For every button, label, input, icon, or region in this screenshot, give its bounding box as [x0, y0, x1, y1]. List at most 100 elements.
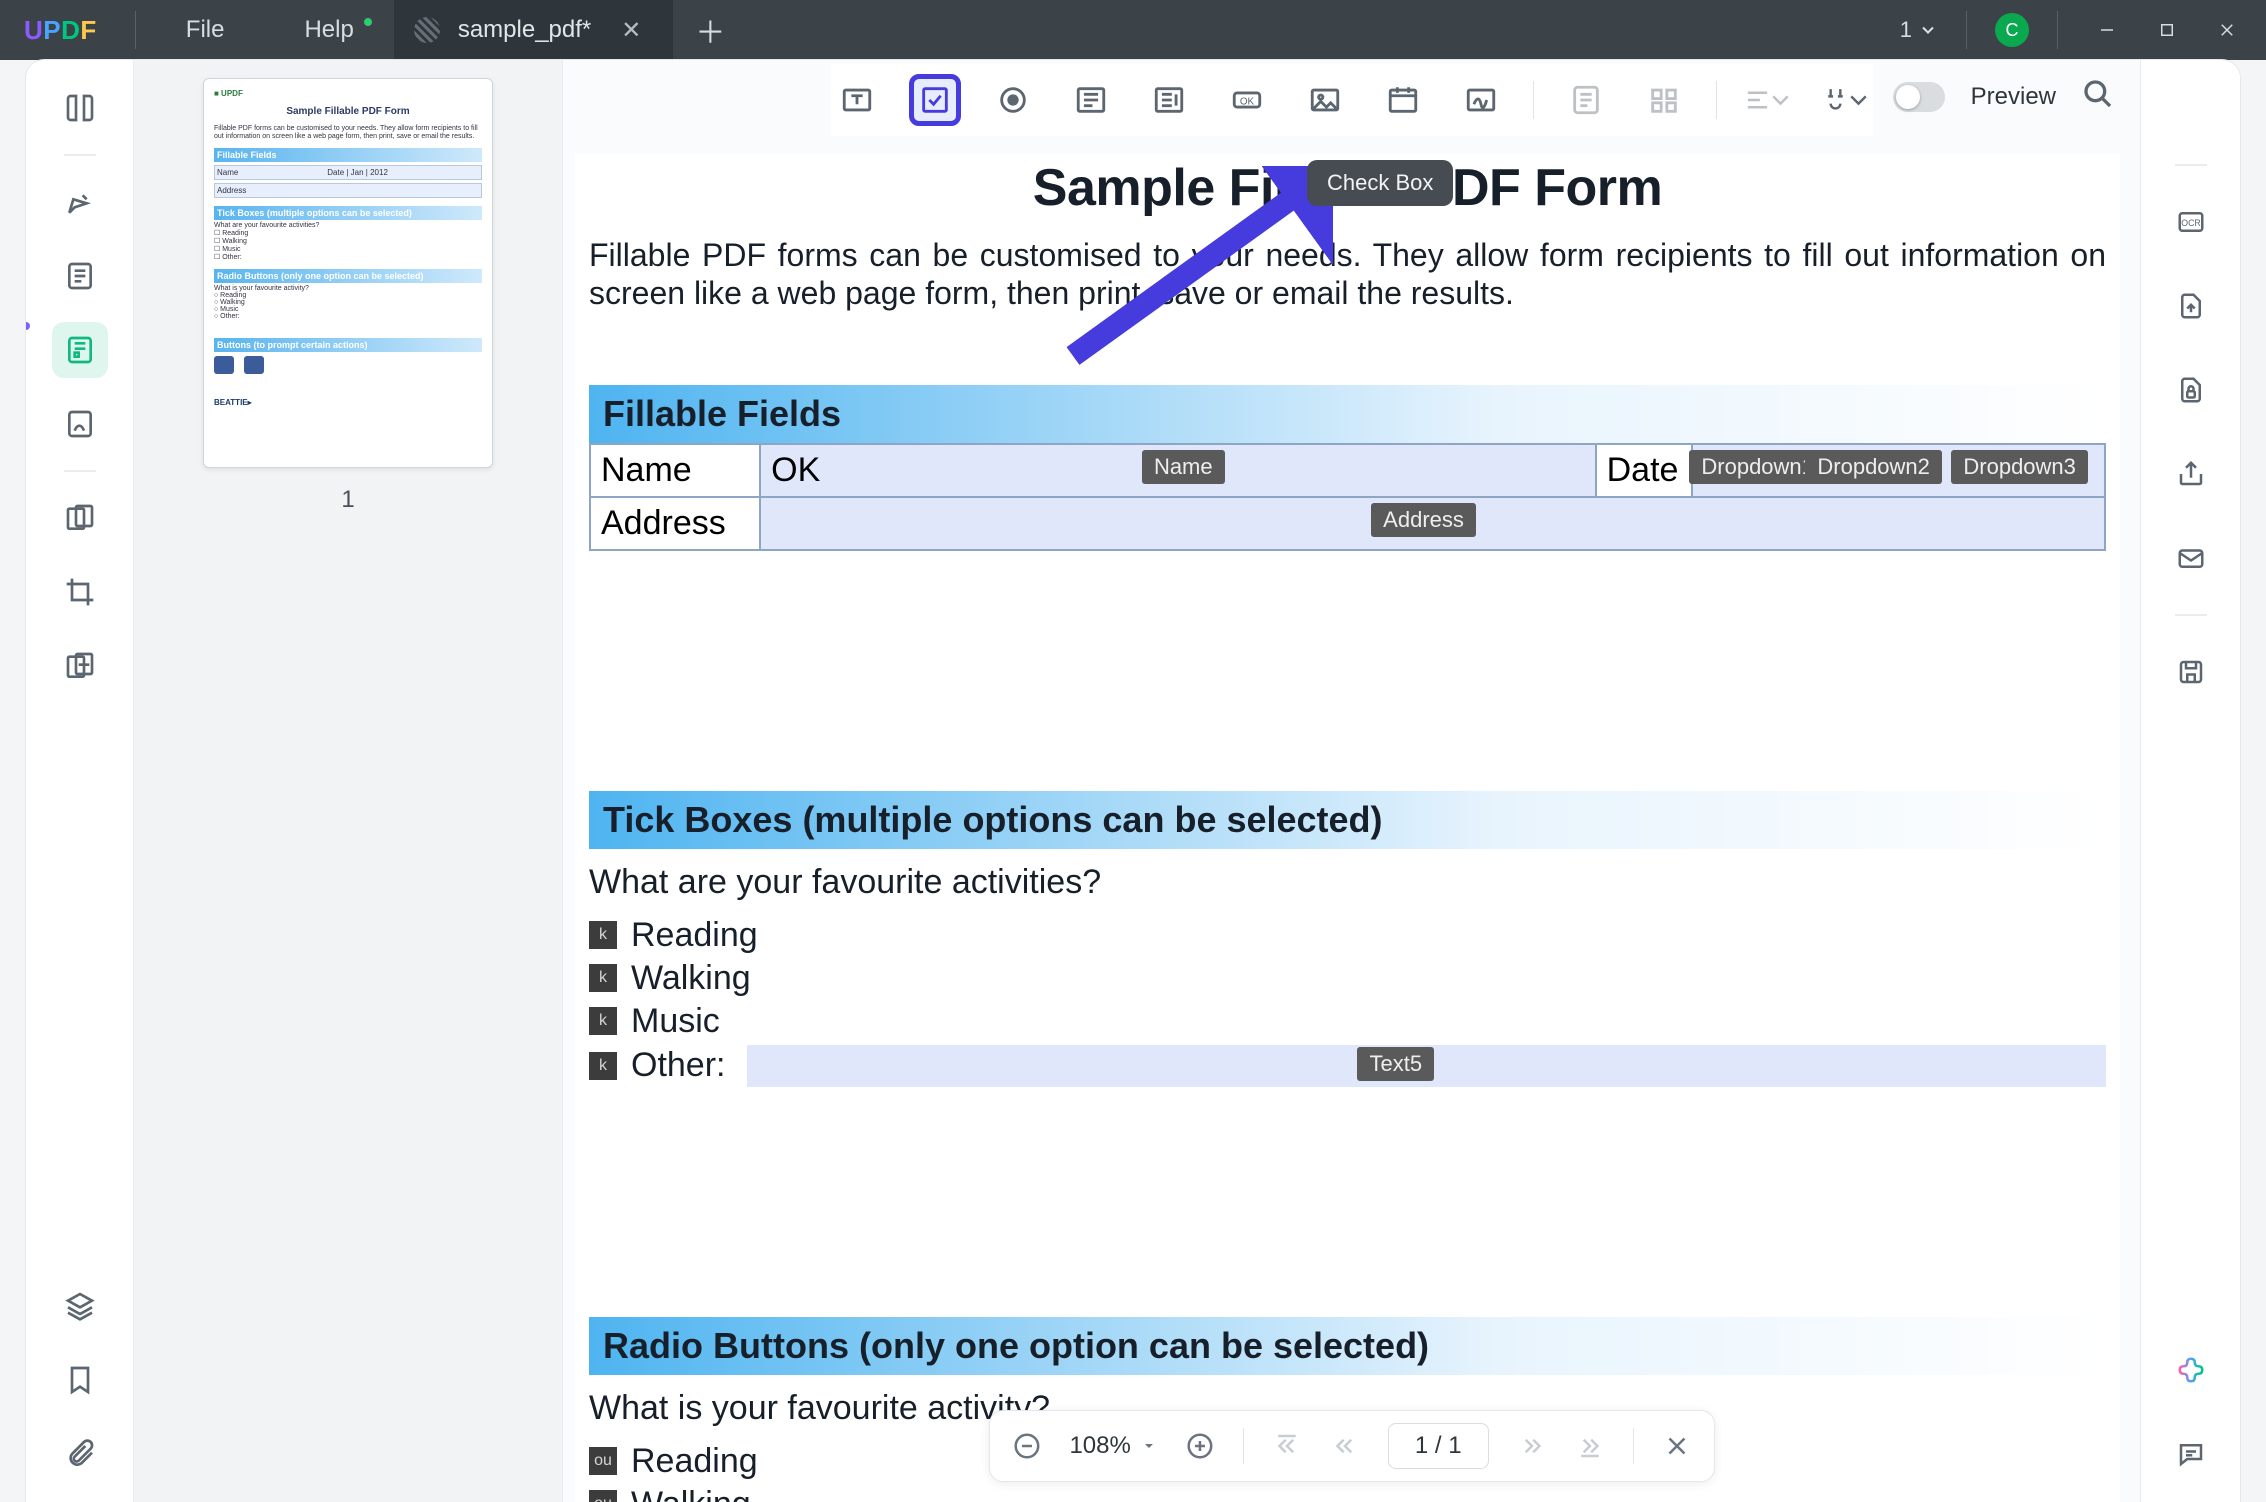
close-nav-button[interactable]	[1662, 1431, 1692, 1461]
radio-icon: ou	[589, 1490, 617, 1502]
date-field[interactable]: Dropdown1 Dropdown2 Dropdown3	[1692, 444, 2105, 497]
zoom-dropdown[interactable]: 108%	[1069, 1432, 1156, 1460]
separator	[1716, 81, 1717, 119]
name-field-tag: Name	[1142, 450, 1225, 484]
text-field-tool[interactable]	[831, 74, 883, 126]
user-avatar[interactable]: C	[1995, 13, 2029, 47]
form-recognition-button[interactable]	[1560, 74, 1612, 126]
first-page-button[interactable]	[1272, 1431, 1302, 1461]
other-text-field[interactable]: Text5	[747, 1045, 2106, 1087]
search-button[interactable]	[2082, 78, 2114, 115]
prepare-form-button[interactable]	[52, 322, 108, 378]
close-tab-button[interactable]: ✕	[609, 16, 653, 45]
field-order-button[interactable]	[1638, 74, 1690, 126]
signature-field-tool[interactable]	[1455, 74, 1507, 126]
more-tools-button[interactable]	[1821, 74, 1873, 126]
svg-text:OK: OK	[1239, 96, 1254, 107]
address-field[interactable]: Address	[760, 497, 2105, 550]
crop-pages-button[interactable]	[52, 564, 108, 620]
window-page-indicator[interactable]: 1	[1900, 17, 1938, 43]
tick-option-music[interactable]: kMusic	[589, 1002, 2106, 1041]
zoom-out-button[interactable]	[1011, 1431, 1041, 1461]
radio-option-walking[interactable]: ouWalking	[589, 1485, 2106, 1502]
radio-icon: ou	[589, 1447, 617, 1475]
image-field-tool[interactable]	[1299, 74, 1351, 126]
checkbox-icon: k	[589, 1007, 617, 1035]
address-label: Address	[590, 497, 760, 550]
protect-button[interactable]	[2163, 362, 2219, 418]
checkbox-tooltip: Check Box	[1307, 160, 1453, 206]
thumbnail-page-number: 1	[341, 486, 354, 514]
prev-page-button[interactable]	[1330, 1431, 1360, 1461]
form-field-toolbar: OK	[831, 64, 1873, 136]
name-field[interactable]: OK Name	[760, 444, 1595, 497]
separator	[2175, 614, 2207, 616]
separator	[1966, 11, 1967, 49]
layers-button[interactable]	[52, 1278, 108, 1334]
checkbox-icon: k	[589, 964, 617, 992]
document-canvas: OK Check Box Preview Sample Fillable PDF…	[563, 60, 2140, 1502]
last-page-button[interactable]	[1575, 1431, 1605, 1461]
separator	[2175, 164, 2207, 166]
app-logo: UPDF	[24, 15, 97, 46]
name-value: OK	[771, 451, 820, 489]
comment-tool-button[interactable]	[52, 174, 108, 230]
email-button[interactable]	[2163, 530, 2219, 586]
section-tick-boxes: Tick Boxes (multiple options can be sele…	[589, 791, 2106, 849]
separator	[2057, 11, 2058, 49]
ai-assistant-button[interactable]	[2163, 1342, 2219, 1398]
next-page-button[interactable]	[1517, 1431, 1547, 1461]
redact-button[interactable]	[52, 638, 108, 694]
dropdown3-tag: Dropdown3	[1951, 450, 2088, 484]
svg-text:OCR: OCR	[2181, 218, 2200, 228]
export-button[interactable]	[2163, 278, 2219, 334]
checkbox-icon: k	[589, 1052, 617, 1080]
reader-mode-button[interactable]	[52, 80, 108, 136]
ocr-button[interactable]: OCR	[2163, 194, 2219, 250]
main-shell: ■ UPDF Sample Fillable PDF Form Fillable…	[26, 60, 2240, 1502]
tick-option-walking[interactable]: kWalking	[589, 959, 2106, 998]
fill-sign-button[interactable]	[52, 396, 108, 452]
date-field-tool[interactable]	[1377, 74, 1429, 126]
thumbnail-panel: ■ UPDF Sample Fillable PDF Form Fillable…	[134, 60, 563, 1502]
document-tab[interactable]: sample_pdf* ✕	[394, 0, 674, 60]
radio-button-tool[interactable]	[987, 74, 1039, 126]
preview-label: Preview	[1971, 83, 2056, 111]
separator	[1633, 1428, 1634, 1464]
tab-title: sample_pdf*	[458, 16, 591, 44]
share-button[interactable]	[2163, 446, 2219, 502]
save-button[interactable]	[2163, 644, 2219, 700]
checkbox-tool[interactable]	[909, 74, 961, 126]
preview-toggle[interactable]	[1893, 82, 1945, 112]
organize-pages-button[interactable]	[52, 490, 108, 546]
close-window-button[interactable]	[2206, 13, 2248, 47]
bookmarks-button[interactable]	[52, 1352, 108, 1408]
menu-help[interactable]: Help	[264, 16, 393, 44]
dropdown-tool[interactable]	[1065, 74, 1117, 126]
menu-file[interactable]: File	[146, 16, 265, 44]
tick-option-reading[interactable]: kReading	[589, 916, 2106, 955]
checkbox-icon: k	[589, 921, 617, 949]
active-indicator-dot	[26, 322, 30, 330]
minimize-button[interactable]	[2086, 13, 2128, 47]
button-tool[interactable]: OK	[1221, 74, 1273, 126]
date-label: Date	[1596, 444, 1693, 497]
separator	[1243, 1428, 1244, 1464]
list-box-tool[interactable]	[1143, 74, 1195, 126]
feedback-button[interactable]	[2163, 1426, 2219, 1482]
section-radio-buttons: Radio Buttons (only one option can be se…	[589, 1317, 2106, 1375]
tick-option-other[interactable]: kOther: Text5	[589, 1045, 2106, 1087]
attachments-button[interactable]	[52, 1426, 108, 1482]
new-tab-button[interactable]: ＋	[673, 8, 747, 52]
pdf-page[interactable]: Sample Fillable PDF Form Fillable PDF fo…	[575, 154, 2120, 1502]
page-thumbnail[interactable]: ■ UPDF Sample Fillable PDF Form Fillable…	[203, 78, 493, 468]
fields-table: Name OK Name Date Dropdown1 Dropdown2 Dr…	[589, 443, 2106, 551]
edit-pdf-button[interactable]	[52, 248, 108, 304]
page-number-input[interactable]: 1 / 1	[1388, 1423, 1489, 1469]
left-sidebar	[26, 60, 134, 1502]
page-navigation-bar: 108% 1 / 1	[988, 1410, 1714, 1482]
maximize-button[interactable]	[2146, 13, 2188, 47]
alignment-button[interactable]	[1743, 74, 1795, 126]
form-mode-icon	[414, 17, 440, 43]
zoom-in-button[interactable]	[1185, 1431, 1215, 1461]
